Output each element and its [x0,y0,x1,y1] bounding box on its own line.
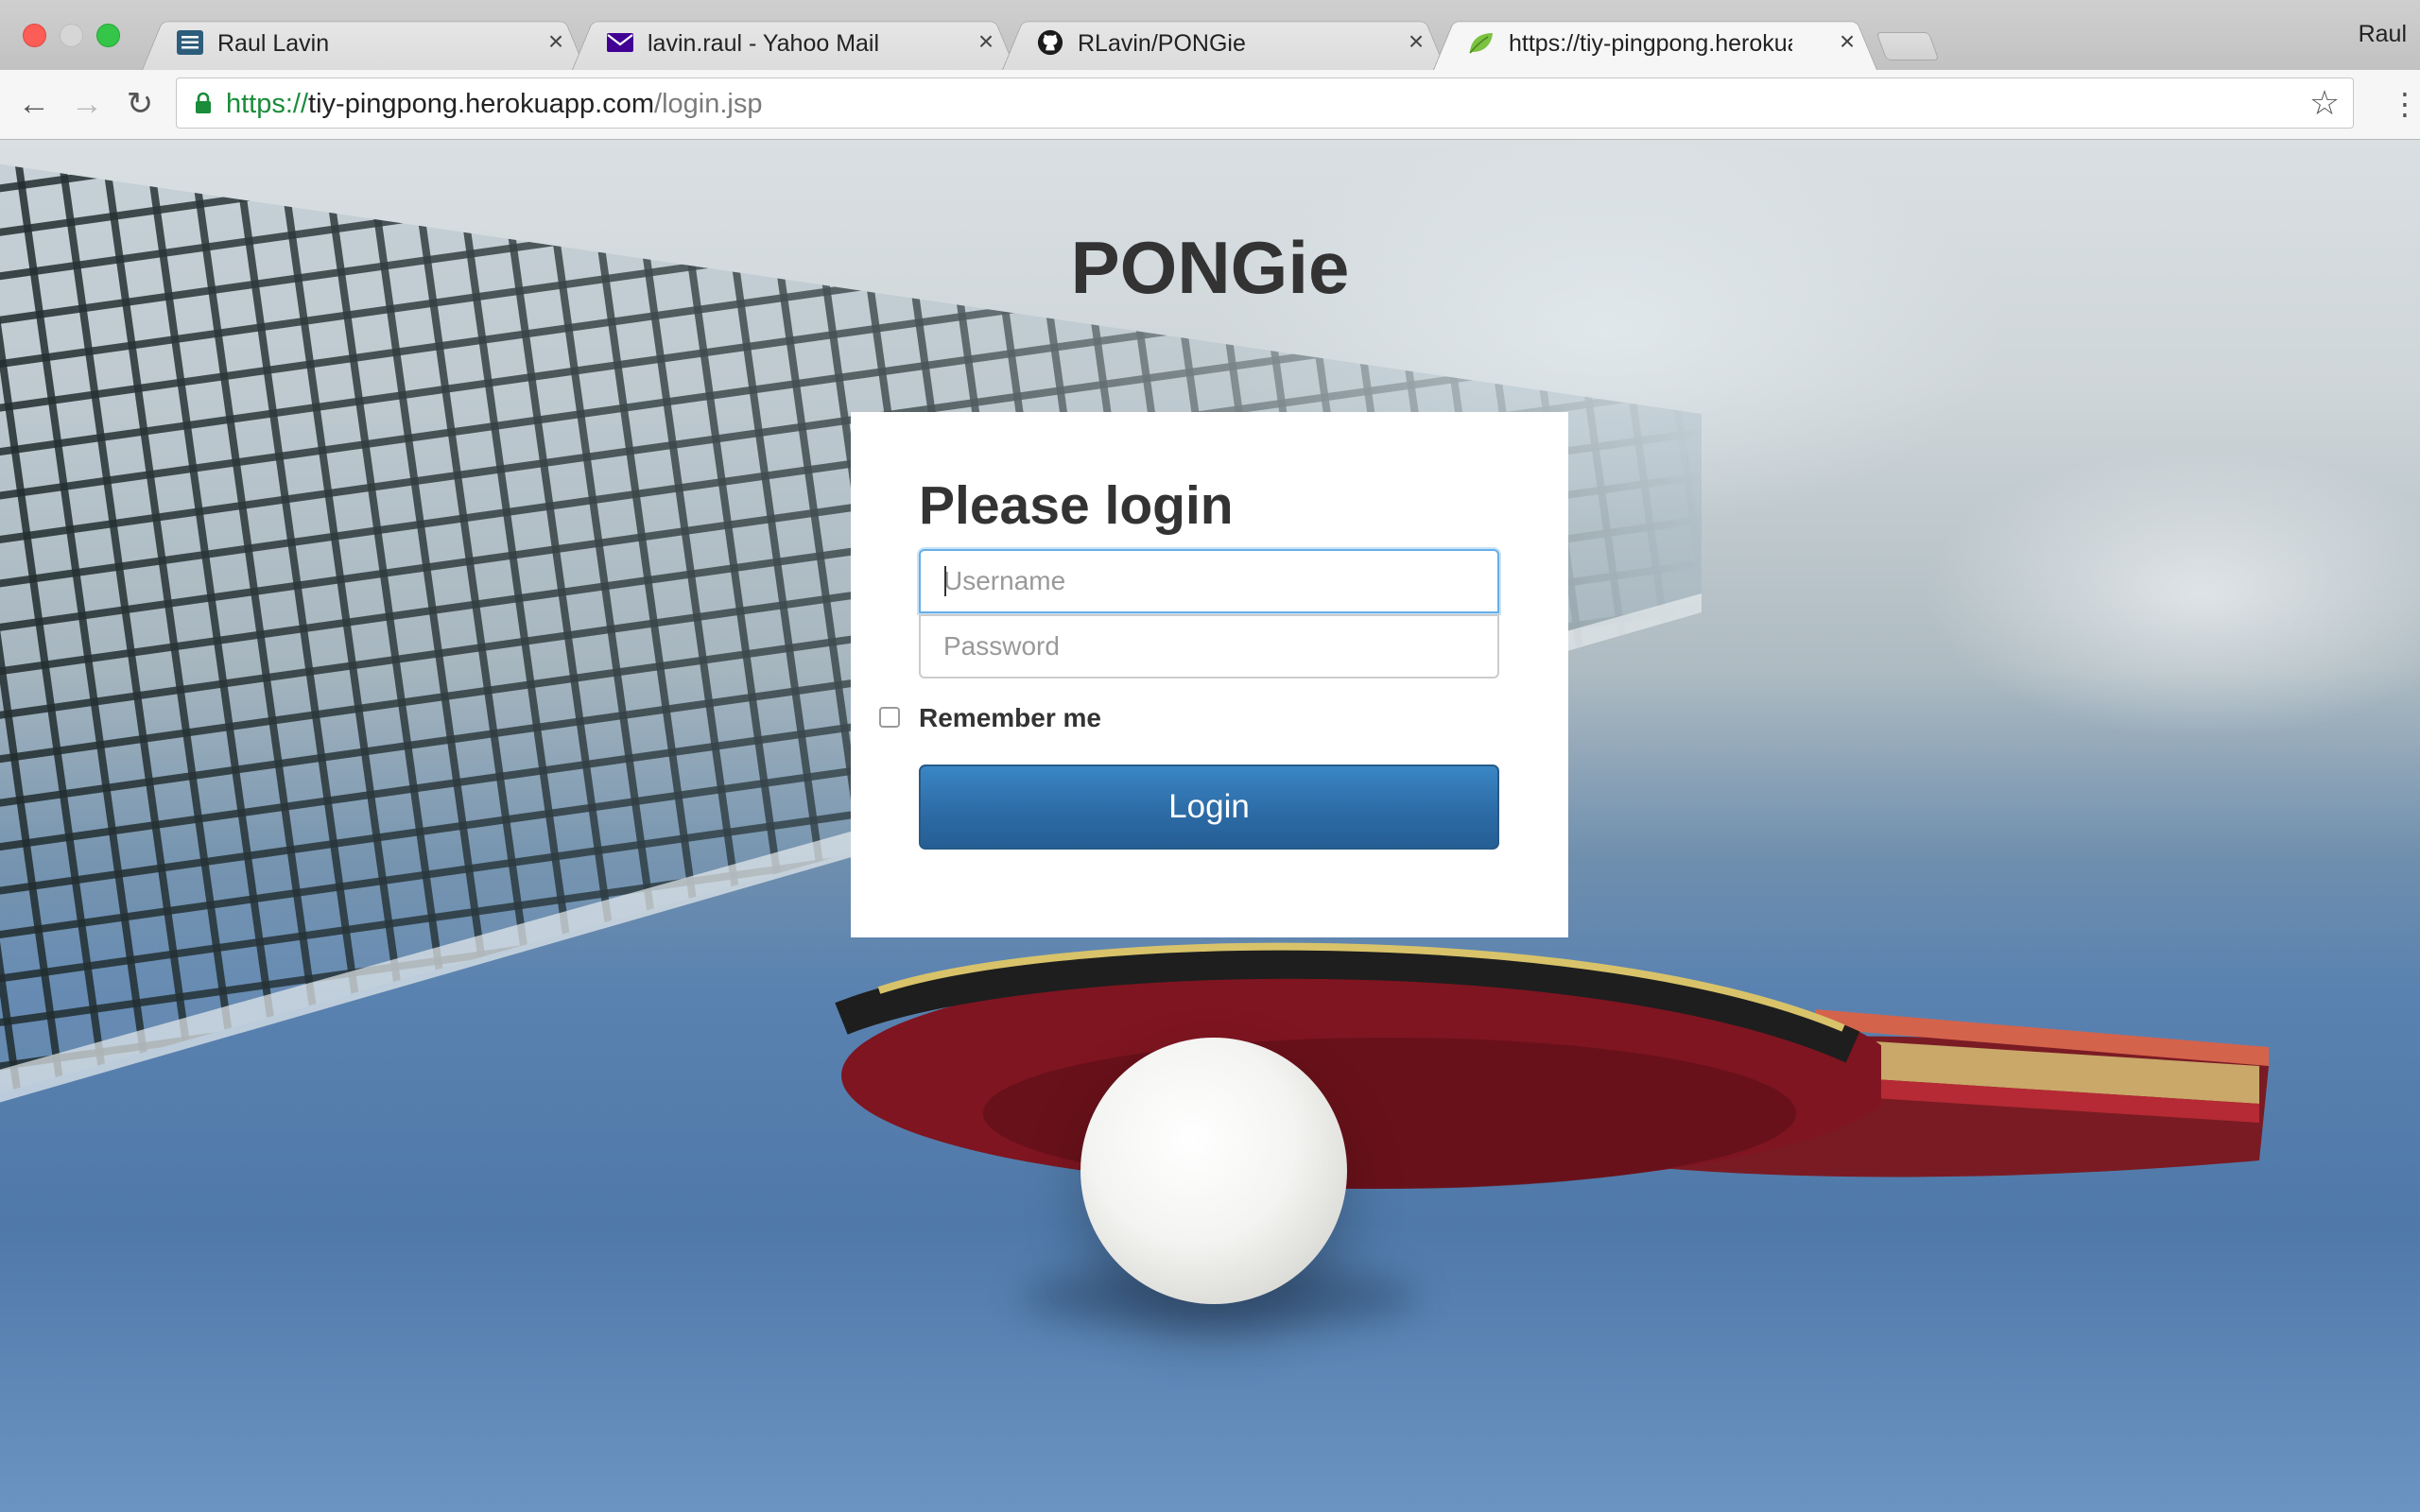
tab-close-icon[interactable]: × [1403,26,1429,57]
browser-toolbar: ← → ↻ https://tiy-pingpong.herokuapp.com… [0,70,2420,140]
login-heading: Please login [919,475,1234,536]
username-input[interactable] [919,549,1499,613]
bookmark-star-icon[interactable]: ☆ [2306,84,2343,122]
tab-title: Raul Lavin [217,30,330,57]
url-host: tiy-pingpong.herokuapp.com [308,89,655,119]
text-caret [944,566,946,596]
browser-tab[interactable]: RLavin/PONGie × [1002,15,1446,71]
tab-close-icon[interactable]: × [973,26,999,57]
window-maximize-button[interactable] [96,24,120,47]
url-scheme: https:// [226,89,309,119]
paddle-image [835,942,1881,1189]
url-text: https://tiy-pingpong.herokuapp.com/login… [226,88,762,120]
site-title: PONGie [1070,226,1350,310]
new-tab-button[interactable] [1876,32,1940,60]
forward-arrow-icon[interactable]: → [66,83,108,125]
browser-menu-icon[interactable]: ⋮ [2390,83,2420,125]
tab-close-icon[interactable]: × [1834,26,1860,57]
window-minimize-button[interactable] [60,24,83,47]
tab-title: https://tiy-pingpong.herokuapp.com/login… [1509,30,1792,57]
address-bar[interactable]: https://tiy-pingpong.herokuapp.com/login… [176,77,2354,129]
browser-tab-strip: Raul Lavin × lavin.raul - Yahoo Mail × R… [0,0,2420,71]
browser-tab[interactable]: Raul Lavin × [142,15,586,71]
url-path: /login.jsp [654,89,763,119]
leaf-icon [1469,33,1493,54]
lock-icon [196,92,211,113]
remember-me-checkbox[interactable] [879,707,900,728]
ping-pong-ball-image [1080,1038,1347,1304]
remember-me-label[interactable]: Remember me [919,701,1101,735]
window-close-button[interactable] [23,24,46,47]
login-button[interactable]: Login [919,765,1499,850]
password-input[interactable] [919,614,1499,679]
page-viewport: PONGie Please login Remember me Login [0,140,2420,1512]
mail-icon [607,33,633,52]
tab-title: lavin.raul - Yahoo Mail [648,30,880,57]
tab-close-icon[interactable]: × [543,26,569,57]
login-form: Please login Remember me Login [851,412,1568,937]
browser-tab[interactable]: lavin.raul - Yahoo Mail × [572,15,1016,71]
tab-title: RLavin/PONGie [1078,30,1246,57]
reload-icon[interactable]: ↻ [119,83,161,125]
browser-tab-active[interactable]: https://tiy-pingpong.herokuapp.com/login… [1433,15,1877,71]
github-icon [1037,29,1063,56]
profile-name[interactable]: Raul [2359,21,2407,48]
document-icon [177,30,203,55]
back-arrow-icon[interactable]: ← [13,83,55,125]
